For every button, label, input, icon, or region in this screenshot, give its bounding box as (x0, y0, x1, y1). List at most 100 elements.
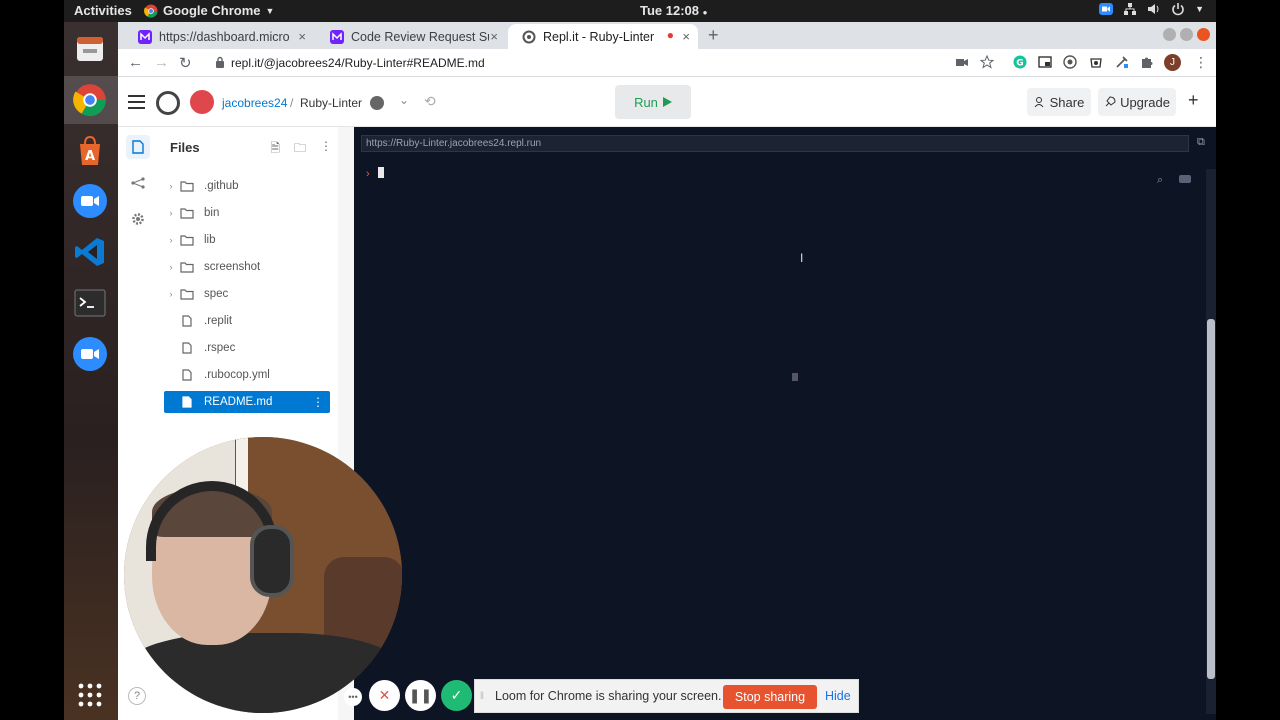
network-icon[interactable] (1123, 2, 1137, 16)
tab-dashboard[interactable]: https://dashboard.micro × (124, 24, 314, 49)
file-name: screenshot (204, 261, 261, 273)
lock-icon[interactable] (215, 56, 225, 68)
terminal-icon[interactable] (71, 284, 109, 322)
add-file-icon[interactable]: 🗎 (270, 139, 280, 160)
file-item[interactable]: .replit (164, 310, 330, 332)
address-bar[interactable]: repl.it/@jacobrees24/Ruby-Linter#README.… (231, 56, 485, 70)
file-name: README.md (204, 396, 273, 408)
search-icon[interactable]: ⌕ (1157, 174, 1163, 187)
forward-icon[interactable]: → (154, 54, 169, 71)
settings-gear-icon[interactable] (126, 207, 150, 231)
new-tab-button[interactable]: + (708, 25, 719, 46)
tab-replit[interactable]: Repl.it - Ruby-Linter ● × (508, 24, 698, 49)
profile-initial: J (1170, 57, 1175, 68)
power-icon[interactable] (1171, 2, 1185, 16)
drag-handle-icon[interactable]: ‖ (475, 691, 489, 702)
extensions-puzzle-icon[interactable] (1140, 55, 1154, 69)
share-button[interactable]: Share (1027, 88, 1091, 116)
files-icon[interactable] (126, 135, 150, 159)
chevron-right-icon: › (169, 181, 173, 191)
extension-icon[interactable] (1063, 55, 1077, 69)
repl-name[interactable]: Ruby-Linter (300, 96, 362, 110)
vscode-icon[interactable] (71, 233, 109, 271)
volume-icon[interactable] (1147, 2, 1161, 16)
console-prompt: › (366, 168, 370, 180)
maximize-icon[interactable] (1180, 28, 1193, 41)
repl-owner-link[interactable]: jacobrees24 (222, 96, 287, 110)
letterbox-left (0, 0, 64, 720)
upgrade-button[interactable]: Upgrade (1098, 88, 1176, 116)
chrome-menu-icon[interactable]: ⋮ (1194, 54, 1208, 71)
camera-icon[interactable] (955, 55, 969, 69)
tab-close-icon[interactable]: × (490, 29, 498, 44)
folder-item[interactable]: › spec (164, 283, 330, 305)
folder-icon (180, 208, 194, 219)
webcam-bubble[interactable] (124, 437, 402, 713)
caret-down-icon: ▼ (265, 5, 275, 16)
close-window-icon[interactable] (1197, 28, 1210, 41)
zoom-tray-icon[interactable] (1099, 2, 1114, 16)
file-item[interactable]: .rubocop.yml (164, 364, 330, 386)
file-item[interactable]: README.md ⋮ (164, 391, 330, 413)
folder-item[interactable]: › .github (164, 175, 330, 197)
system-tray[interactable]: ▼ (1099, 2, 1204, 16)
file-options-icon[interactable]: ⋮ (312, 395, 324, 409)
bookmark-star-icon[interactable] (980, 55, 994, 69)
file-icon (182, 315, 192, 327)
file-icon (182, 369, 192, 381)
add-folder-icon[interactable]: 🗀 (294, 139, 306, 160)
loom-finish-icon[interactable]: ✓ (441, 680, 472, 711)
show-applications-icon[interactable] (71, 676, 109, 714)
console-scrollbar[interactable] (1206, 169, 1216, 714)
zoom-app-icon[interactable] (71, 182, 109, 220)
folder-item[interactable]: › lib (164, 229, 330, 251)
profile-avatar[interactable]: J (1164, 54, 1181, 71)
grammarly-icon[interactable]: G (1013, 55, 1027, 69)
software-center-icon[interactable]: A (71, 132, 109, 170)
clear-console-icon[interactable] (1179, 175, 1191, 183)
more-options-icon[interactable]: ⋮ (320, 139, 332, 160)
microverse-favicon-icon (138, 29, 152, 44)
version-control-icon[interactable] (126, 171, 150, 195)
rocket-icon (1105, 96, 1116, 107)
reload-icon[interactable]: ↻ (179, 54, 192, 72)
back-icon[interactable]: ← (128, 54, 143, 71)
folder-item[interactable]: › bin (164, 202, 330, 224)
console-url-bar[interactable]: https://Ruby-Linter.jacobrees24.repl.run (361, 135, 1189, 152)
tab-close-icon[interactable]: × (682, 29, 690, 44)
extension-icon[interactable] (1115, 55, 1129, 69)
file-item[interactable]: .rspec (164, 337, 330, 359)
replit-logo-icon[interactable] (156, 91, 180, 115)
avatar[interactable] (190, 90, 214, 114)
file-name: spec (204, 288, 229, 300)
zoom-meeting-icon[interactable] (71, 335, 109, 373)
extension-icon[interactable] (1089, 55, 1103, 69)
chrome-icon[interactable] (71, 81, 109, 119)
stop-sharing-button[interactable]: Stop sharing (723, 685, 817, 709)
add-icon[interactable]: + (1188, 90, 1199, 111)
clock[interactable]: Tue 12:08 ● (640, 3, 707, 18)
clock-label: Tue 12:08 (640, 3, 700, 18)
loom-pause-icon[interactable]: ❚❚ (405, 680, 436, 711)
tab-code-review[interactable]: Code Review Request Sub × (316, 24, 506, 49)
hide-button[interactable]: Hide (825, 689, 851, 703)
run-button[interactable]: Run (615, 85, 691, 119)
chevron-right-icon: › (169, 289, 173, 299)
picture-in-picture-icon[interactable] (1038, 55, 1052, 69)
chevron-down-icon[interactable]: ⌄ (399, 93, 409, 107)
app-menu-label: Google Chrome (163, 3, 261, 18)
ruby-language-icon (370, 96, 384, 110)
scrollbar-thumb[interactable] (1207, 319, 1215, 679)
activities-button[interactable]: Activities (74, 3, 132, 18)
hamburger-menu-icon[interactable] (128, 95, 145, 109)
console-pane[interactable]: https://Ruby-Linter.jacobrees24.repl.run… (354, 127, 1216, 720)
open-in-new-tab-icon[interactable]: ⧉ (1197, 136, 1205, 149)
app-menu[interactable]: Google Chrome ▼ (144, 3, 274, 18)
minimize-icon[interactable] (1163, 28, 1176, 41)
tab-close-icon[interactable]: × (298, 29, 306, 44)
loom-cancel-icon[interactable]: ✕ (369, 680, 400, 711)
folder-item[interactable]: › screenshot (164, 256, 330, 278)
loom-more-icon[interactable]: ••• (344, 688, 362, 706)
history-icon[interactable]: ⟲ (424, 93, 436, 110)
files-manager-icon[interactable] (71, 30, 109, 68)
